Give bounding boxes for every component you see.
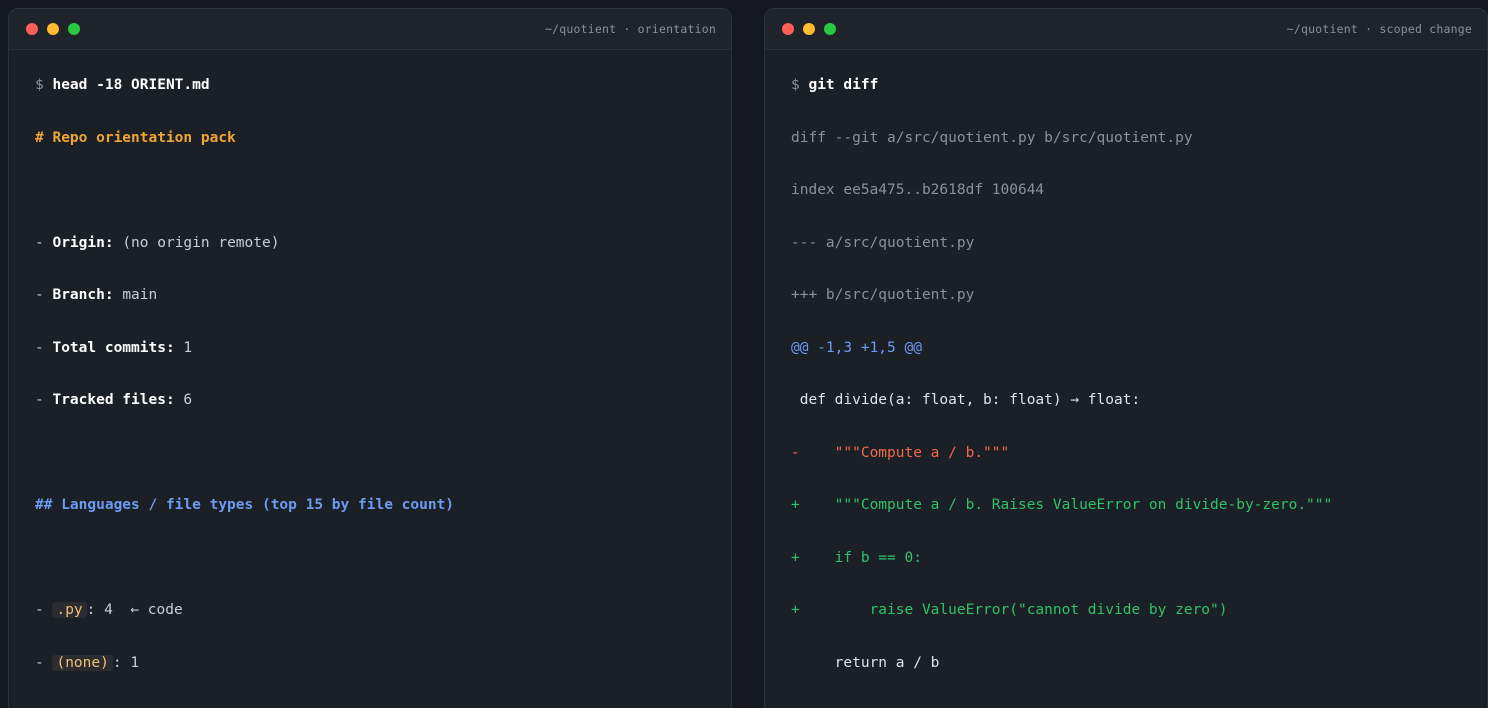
titlebar: ~/quotient · orientation bbox=[9, 9, 731, 50]
files-key: Tracked files: bbox=[52, 392, 175, 408]
file-count: : 1 bbox=[112, 654, 140, 671]
window-title: ~/quotient · orientation bbox=[545, 22, 716, 36]
commits-key: Total commits: bbox=[52, 339, 175, 356]
prompt-symbol: $ bbox=[35, 77, 44, 93]
bullet: - bbox=[35, 602, 44, 618]
close-window-button[interactable] bbox=[26, 23, 38, 35]
heading-2: ## Languages / file types (top 15 by fil… bbox=[35, 497, 455, 513]
diff-added-line: + """Compute a / b. Raises ValueError on… bbox=[791, 497, 1333, 513]
maximize-window-button[interactable] bbox=[824, 23, 836, 35]
titlebar: ~/quotient · scoped change bbox=[765, 9, 1487, 50]
diff-terminal-window: ~/quotient · scoped change $ git diff di… bbox=[764, 8, 1488, 708]
diff-index-line: index ee5a475..b2618df 100644 bbox=[791, 182, 1045, 198]
window-title: ~/quotient · scoped change bbox=[1286, 22, 1472, 36]
diff-header-line: diff --git a/src/quotient.py b/src/quoti… bbox=[791, 129, 1193, 146]
branch-line: - Branch: main bbox=[35, 282, 719, 335]
bullet: - bbox=[35, 287, 44, 303]
code-note: ← code bbox=[130, 602, 183, 618]
branch-key: Branch: bbox=[52, 287, 114, 303]
diff-hunk-header: @@ -1,3 +1,5 @@ bbox=[791, 339, 922, 356]
file-count: : 4 bbox=[86, 602, 113, 618]
diff-added-line: + raise ValueError("cannot divide by zer… bbox=[791, 602, 1228, 618]
terminal-output[interactable]: $ git diff diff --git a/src/quotient.py … bbox=[791, 72, 1475, 702]
files-line: - Tracked files: 6 bbox=[35, 387, 719, 440]
heading-1: # Repo orientation pack bbox=[35, 129, 236, 146]
origin-line: - Origin: (no origin remote) bbox=[35, 230, 719, 283]
maximize-window-button[interactable] bbox=[68, 23, 80, 35]
diff-removed-line: - """Compute a / b.""" bbox=[791, 444, 1010, 461]
language-line-none: - (none): 1 bbox=[35, 650, 719, 703]
command-line: $ git diff bbox=[791, 72, 1475, 125]
language-line-py: - .py: 4 ← code bbox=[35, 597, 719, 650]
command-text: git diff bbox=[808, 77, 879, 93]
bullet: - bbox=[35, 234, 44, 251]
commits-value: 1 bbox=[183, 339, 193, 356]
origin-value: (no origin remote) bbox=[122, 234, 280, 251]
diff-old-file-line: --- a/src/quotient.py bbox=[791, 234, 975, 251]
commits-line: - Total commits: 1 bbox=[35, 335, 719, 388]
bullet: - bbox=[35, 339, 44, 356]
orientation-terminal-window: ~/quotient · orientation $ head -18 ORIE… bbox=[8, 8, 732, 708]
heading-2-line: ## Languages / file types (top 15 by fil… bbox=[35, 492, 719, 545]
bullet: - bbox=[35, 654, 44, 671]
files-value: 6 bbox=[183, 392, 193, 408]
diff-added-line: + if b == 0: bbox=[791, 549, 922, 566]
command-text: head -18 ORIENT.md bbox=[52, 77, 210, 93]
bullet: - bbox=[35, 392, 44, 408]
prompt-symbol: $ bbox=[791, 77, 800, 93]
diff-new-file-line: +++ b/src/quotient.py bbox=[791, 287, 975, 303]
minimize-window-button[interactable] bbox=[47, 23, 59, 35]
diff-context-line: return a / b bbox=[791, 654, 940, 671]
command-line: $ head -18 ORIENT.md bbox=[35, 72, 719, 125]
file-extension-chip: (none) bbox=[52, 654, 113, 671]
diff-context-line: def divide(a: float, b: float) → float: bbox=[791, 392, 1141, 408]
minimize-window-button[interactable] bbox=[803, 23, 815, 35]
file-extension-chip: .py bbox=[52, 602, 87, 618]
heading-line: # Repo orientation pack bbox=[35, 125, 719, 178]
terminal-output[interactable]: $ head -18 ORIENT.md # Repo orientation … bbox=[35, 72, 719, 702]
origin-key: Origin: bbox=[52, 234, 114, 251]
close-window-button[interactable] bbox=[782, 23, 794, 35]
branch-value: main bbox=[122, 287, 158, 303]
